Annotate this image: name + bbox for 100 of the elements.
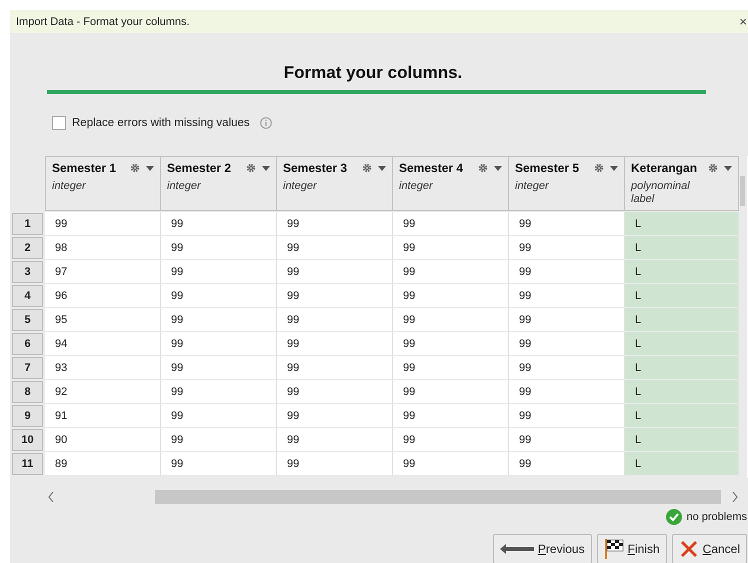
table-cell: 99 (509, 260, 625, 284)
table-cell: L (625, 212, 739, 236)
table-cell: 99 (161, 308, 277, 332)
table-cell: 99 (277, 260, 393, 284)
table-cell: L (625, 404, 739, 428)
previous-button[interactable]: Previous (492, 534, 592, 563)
table-cell: 99 (277, 452, 393, 476)
table-cell: 99 (161, 212, 277, 236)
table-cell: 99 (277, 284, 393, 308)
table-cell: 96 (45, 284, 161, 308)
table-cell: 99 (161, 260, 277, 284)
table-cell: 99 (393, 236, 509, 260)
table-cell: L (625, 332, 739, 356)
table-cell: 98 (45, 236, 161, 260)
cancel-button[interactable]: Cancel (672, 534, 747, 563)
row-number: 8 (12, 381, 43, 403)
table-cell: 99 (161, 284, 277, 308)
table-cell: 92 (45, 380, 161, 404)
table-cell: 99 (45, 212, 161, 236)
table-cell: 99 (161, 380, 277, 404)
table-cell: L (625, 428, 739, 452)
arrow-left-icon (500, 544, 534, 554)
gear-icon[interactable] (246, 163, 256, 173)
row-number: 7 (12, 357, 43, 379)
column-header[interactable]: Semester 1 integer (45, 156, 161, 211)
gear-icon[interactable] (708, 163, 718, 173)
table-cell: 99 (161, 404, 277, 428)
table-cell: 90 (45, 428, 161, 452)
page-heading: Format your columns. (282, 63, 464, 83)
table-cell: 99 (509, 380, 625, 404)
table-cell: 99 (509, 212, 625, 236)
table-cell: 99 (277, 428, 393, 452)
gear-icon[interactable] (594, 163, 604, 173)
table-cell: 99 (161, 332, 277, 356)
table-cell: 99 (393, 308, 509, 332)
window-title: Import Data - Format your columns. (16, 16, 190, 28)
horizontal-scrollbar[interactable] (155, 490, 721, 504)
column-header[interactable]: Semester 5 integer (509, 156, 625, 211)
table-cell: 93 (45, 356, 161, 380)
scroll-right-icon[interactable] (732, 492, 738, 502)
cross-icon (678, 539, 699, 559)
table-cell: 99 (161, 236, 277, 260)
table-cell: 99 (393, 332, 509, 356)
table-cell: 99 (393, 380, 509, 404)
row-number: 2 (12, 237, 43, 259)
table-cell: 99 (509, 404, 625, 428)
checkbox[interactable] (52, 116, 66, 130)
table-cell: 99 (277, 332, 393, 356)
row-number: 3 (12, 261, 43, 283)
caret-icon[interactable] (724, 166, 732, 170)
table-cell: 99 (393, 284, 509, 308)
column-header[interactable]: Semester 2 integer (161, 156, 277, 211)
finish-button[interactable]: Finish (596, 534, 667, 563)
row-number: 5 (12, 309, 43, 331)
row-number: 1 (12, 213, 43, 235)
table-cell: 99 (509, 428, 625, 452)
caret-icon[interactable] (610, 166, 618, 170)
table-cell: 89 (45, 452, 161, 476)
table-cell: L (625, 356, 739, 380)
table-cell: 94 (45, 332, 161, 356)
caret-icon[interactable] (262, 166, 270, 170)
status-text: no problems (686, 511, 747, 523)
column-header[interactable]: Keterangan polynominal label (625, 156, 739, 211)
table-cell: 99 (509, 452, 625, 476)
gear-icon[interactable] (130, 163, 140, 173)
table-cell: 99 (509, 284, 625, 308)
table-cell: 95 (45, 308, 161, 332)
table-cell: 99 (277, 404, 393, 428)
table-cell: L (625, 308, 739, 332)
table-cell: 99 (509, 236, 625, 260)
table-cell: 99 (393, 428, 509, 452)
column-header[interactable]: Semester 4 integer (393, 156, 509, 211)
caret-icon[interactable] (378, 166, 386, 170)
checkbox-label: Replace errors with missing values (72, 117, 250, 129)
table-cell: 99 (277, 212, 393, 236)
close-button[interactable]: × (739, 14, 748, 29)
gear-icon[interactable] (362, 163, 372, 173)
caret-icon[interactable] (146, 166, 154, 170)
table-cell: 99 (509, 332, 625, 356)
check-icon (666, 509, 682, 525)
gear-icon[interactable] (478, 163, 488, 173)
table-cell: 97 (45, 260, 161, 284)
table-cell: 99 (393, 260, 509, 284)
scroll-left-icon[interactable] (48, 492, 54, 502)
table-cell: 99 (509, 308, 625, 332)
table-cell: 91 (45, 404, 161, 428)
row-number: 6 (12, 333, 43, 355)
table-cell: 99 (277, 236, 393, 260)
table-cell: L (625, 236, 739, 260)
row-number: 11 (12, 453, 43, 475)
table-cell: 99 (161, 452, 277, 476)
table-cell: L (625, 284, 739, 308)
flag-icon (604, 539, 624, 559)
table-cell: 99 (277, 356, 393, 380)
table-cell: 99 (161, 356, 277, 380)
caret-icon[interactable] (494, 166, 502, 170)
column-header[interactable]: Semester 3 integer (277, 156, 393, 211)
table-cell: L (625, 260, 739, 284)
table-cell: 99 (161, 428, 277, 452)
row-number: 9 (12, 405, 43, 427)
